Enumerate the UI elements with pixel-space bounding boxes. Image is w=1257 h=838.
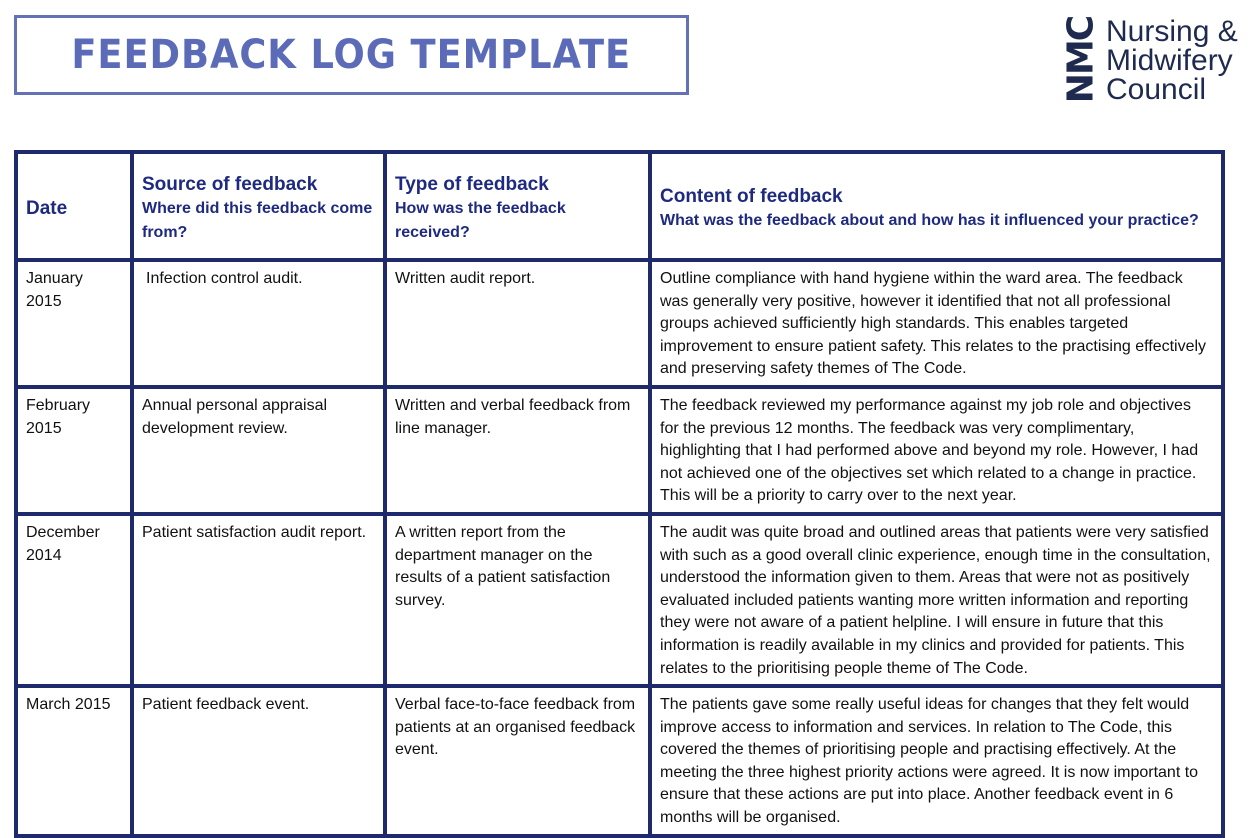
header-source: Source of feedback Where did this feedba… bbox=[130, 150, 387, 262]
cell-content: The feedback reviewed my performance aga… bbox=[648, 384, 1225, 516]
cell-content: The patients gave some really useful ide… bbox=[648, 684, 1225, 838]
cell-type: Written audit report. bbox=[383, 258, 652, 389]
cell-content: Outline compliance with hand hygiene wit… bbox=[648, 258, 1225, 389]
logo-text: Nursing & Midwifery Council bbox=[1106, 14, 1238, 106]
table-row: December 2014 Patient satisfaction audit… bbox=[14, 511, 1225, 689]
cell-type: Written and verbal feedback from line ma… bbox=[383, 384, 652, 516]
title-box: FEEDBACK LOG TEMPLATE bbox=[14, 15, 689, 95]
cell-content: The audit was quite broad and outlined a… bbox=[648, 511, 1225, 689]
cell-type: Verbal face-to-face feedback from patien… bbox=[383, 684, 652, 838]
nmc-logo: NMC Nursing & Midwifery Council bbox=[1060, 12, 1238, 108]
page-title: FEEDBACK LOG TEMPLATE bbox=[71, 32, 632, 78]
table-row: February 2015 Annual personal appraisal … bbox=[14, 384, 1225, 516]
header-date: Date bbox=[14, 150, 134, 262]
cell-date: February 2015 bbox=[14, 384, 134, 516]
cell-date: December 2014 bbox=[14, 511, 134, 689]
cell-date: March 2015 bbox=[14, 684, 134, 838]
feedback-log-table: Date Source of feedback Where did this f… bbox=[14, 150, 1225, 838]
cell-source: Annual personal appraisal development re… bbox=[130, 384, 387, 516]
cell-source: Infection control audit. bbox=[130, 258, 387, 389]
header-type: Type of feedback How was the feedback re… bbox=[383, 150, 652, 262]
nmc-logo-mark-icon: NMC bbox=[1060, 16, 1102, 104]
logo-line: Nursing & bbox=[1106, 14, 1238, 48]
cell-source: Patient feedback event. bbox=[130, 684, 387, 838]
cell-type: A written report from the department man… bbox=[383, 511, 652, 689]
logo-line: Midwifery bbox=[1106, 43, 1233, 77]
header-row: Date Source of feedback Where did this f… bbox=[14, 150, 1225, 262]
table-row: March 2015 Patient feedback event. Verba… bbox=[14, 684, 1225, 838]
logo-line: Council bbox=[1106, 72, 1207, 106]
table-row: January 2015 Infection control audit. Wr… bbox=[14, 258, 1225, 389]
header-content: Content of feedback What was the feedbac… bbox=[648, 150, 1225, 262]
cell-date: January 2015 bbox=[14, 258, 134, 389]
cell-source: Patient satisfaction audit report. bbox=[130, 511, 387, 689]
